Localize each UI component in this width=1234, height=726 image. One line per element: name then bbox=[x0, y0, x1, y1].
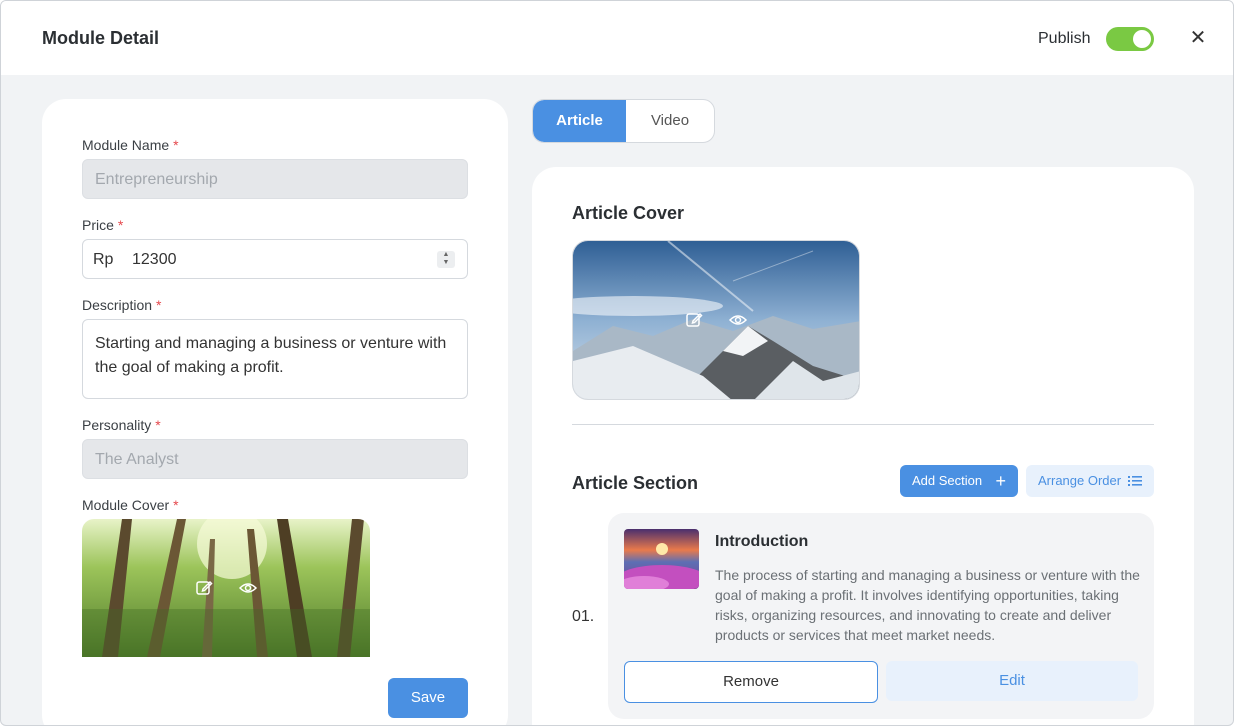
publish-label: Publish bbox=[1038, 30, 1091, 47]
add-section-label: Add Section bbox=[912, 473, 983, 488]
tab-article[interactable]: Article bbox=[533, 100, 626, 142]
personality-field[interactable]: The Analyst bbox=[82, 439, 468, 479]
section-title: Introduction bbox=[715, 533, 809, 550]
module-cover-label: Module Cover * bbox=[82, 497, 179, 513]
tab-video[interactable]: Video bbox=[626, 100, 714, 142]
modal: Module Detail Publish ✕ Module Name * Ent… bbox=[0, 0, 1234, 726]
arrange-order-button[interactable]: Arrange Order bbox=[1026, 465, 1154, 497]
arrange-order-label: Arrange Order bbox=[1038, 473, 1122, 488]
module-form-card: Module Name * Entrepreneurship Price * Rp … bbox=[42, 99, 508, 725]
personality-label: Personality * bbox=[82, 417, 161, 433]
section-description: The process of starting and managing a b… bbox=[715, 567, 1140, 643]
article-card: Article Cover Article Section Add Sectio… bbox=[532, 167, 1194, 725]
article-cover-image bbox=[572, 240, 860, 400]
close-icon[interactable]: ✕ bbox=[1187, 27, 1209, 49]
page-title: Module Detail bbox=[42, 28, 160, 48]
content-type-tabs: Article Video bbox=[532, 99, 715, 143]
eye-icon[interactable] bbox=[238, 578, 258, 598]
price-stepper[interactable]: ▲ ▼ bbox=[437, 251, 455, 268]
description-label: Description * bbox=[82, 297, 162, 313]
edit-icon[interactable] bbox=[194, 578, 214, 598]
list-icon bbox=[1128, 476, 1142, 486]
section-item: Introduction The process of starting and… bbox=[608, 513, 1154, 719]
eye-icon[interactable] bbox=[728, 310, 748, 330]
article-section-title: Article Section bbox=[572, 473, 699, 493]
edit-button[interactable]: Edit bbox=[886, 661, 1138, 701]
price-label: Price * bbox=[82, 217, 124, 233]
add-section-button[interactable]: Add Section + bbox=[900, 465, 1018, 497]
section-thumbnail bbox=[624, 529, 699, 589]
save-button[interactable]: Save bbox=[388, 678, 468, 718]
toggle-knob bbox=[1133, 30, 1151, 48]
section-index: 01. bbox=[572, 608, 595, 625]
modal-header: Module Detail Publish ✕ bbox=[1, 1, 1233, 75]
plus-icon: + bbox=[995, 471, 1006, 491]
remove-button[interactable]: Remove bbox=[624, 661, 878, 703]
module-name-label: Module Name * bbox=[82, 137, 179, 153]
module-name-field[interactable]: Entrepreneurship bbox=[82, 159, 468, 199]
price-field[interactable]: Rp 12300 ▲ ▼ bbox=[82, 239, 468, 279]
image-actions bbox=[684, 310, 748, 330]
price-value: 12300 bbox=[132, 251, 177, 268]
article-cover-title: Article Cover bbox=[572, 203, 685, 223]
publish-toggle[interactable] bbox=[1106, 27, 1154, 51]
divider bbox=[572, 424, 1154, 425]
module-cover-image bbox=[82, 519, 370, 657]
image-actions bbox=[194, 578, 258, 598]
flower-field-image bbox=[624, 529, 699, 589]
description-field[interactable]: Starting and managing a business or vent… bbox=[82, 319, 468, 399]
edit-icon[interactable] bbox=[684, 310, 704, 330]
currency-prefix: Rp bbox=[93, 251, 114, 268]
